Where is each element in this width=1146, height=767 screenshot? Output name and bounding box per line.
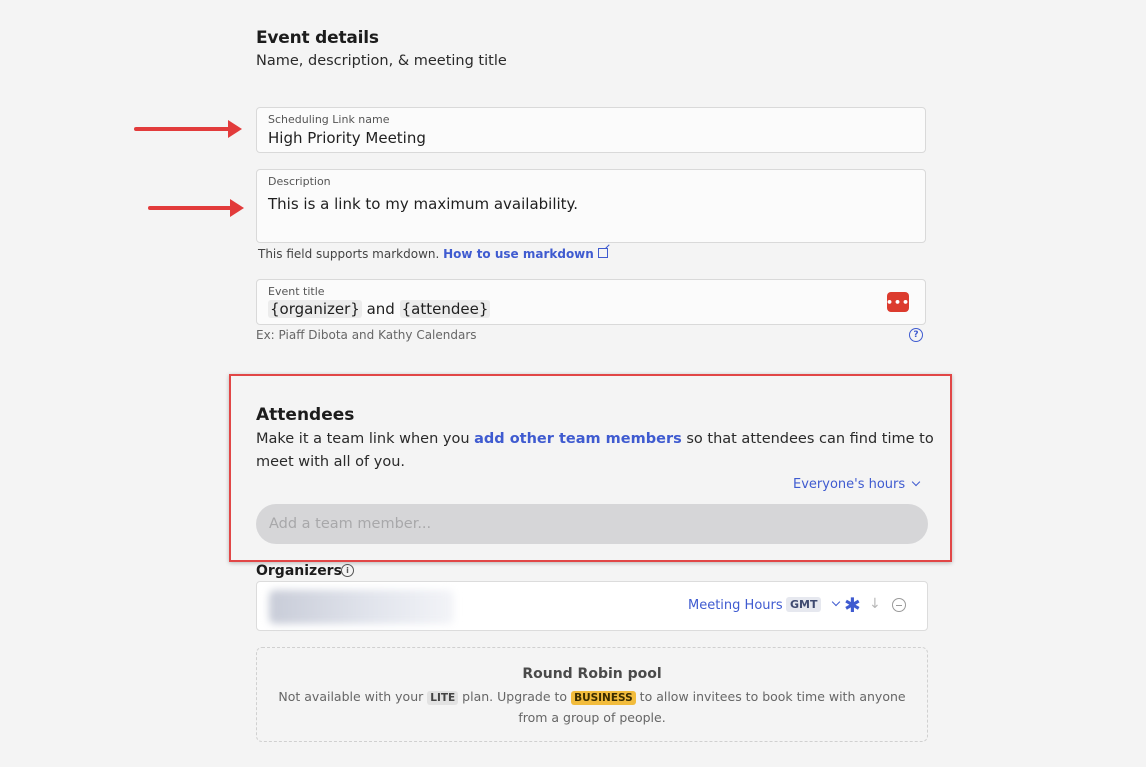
meeting-hours-select[interactable]: Meeting Hours	[688, 598, 783, 613]
link-name-value[interactable]: High Priority Meeting	[268, 129, 426, 147]
annotation-arrow	[148, 199, 244, 217]
hours-dropdown[interactable]: Everyone's hours	[793, 477, 921, 492]
rr-desc-part: plan. Upgrade to	[462, 689, 568, 704]
more-dots-icon[interactable]: •••	[886, 292, 909, 312]
event-title-value[interactable]: {organizer} and {attendee}	[268, 300, 491, 318]
event-title-field[interactable]: Event title {organizer} and {attendee} •…	[256, 279, 926, 325]
attendees-title: Attendees	[256, 405, 355, 425]
organizer-token[interactable]: {organizer}	[268, 300, 362, 318]
organizer-identity-blurred	[269, 590, 454, 624]
markdown-help-link[interactable]: How to use markdown	[443, 247, 594, 261]
plan-business-badge[interactable]: BUSINESS	[571, 691, 636, 705]
round-robin-pool: Round Robin pool Not available with your…	[256, 647, 928, 742]
timezone-badge[interactable]: GMT	[786, 597, 822, 612]
asterisk-icon[interactable]: ✱	[844, 593, 861, 617]
arrow-down-icon[interactable]: ↓	[869, 596, 881, 612]
organizers-title: Organizers	[256, 563, 342, 579]
description-field[interactable]: Description This is a link to my maximum…	[256, 169, 926, 243]
annotation-arrow	[134, 120, 242, 138]
event-title-label: Event title	[268, 285, 325, 298]
link-name-label: Scheduling Link name	[268, 113, 390, 126]
markdown-hint-text: This field supports markdown.	[258, 247, 440, 261]
description-value[interactable]: This is a link to my maximum availabilit…	[268, 195, 578, 213]
rr-desc-part: Not available with your	[278, 689, 424, 704]
hours-dropdown-label: Everyone's hours	[793, 477, 906, 492]
info-icon[interactable]: i	[341, 564, 354, 577]
description-label: Description	[268, 175, 331, 188]
remove-icon[interactable]	[892, 598, 906, 612]
chevron-down-icon	[911, 477, 921, 487]
add-team-members-link[interactable]: add other team members	[474, 431, 682, 447]
add-team-member-input[interactable]	[256, 504, 928, 544]
attendee-token[interactable]: {attendee}	[399, 300, 491, 318]
round-robin-title: Round Robin pool	[522, 666, 662, 682]
attendees-description: Make it a team link when you add other t…	[256, 428, 936, 474]
help-icon[interactable]: ?	[909, 328, 923, 342]
markdown-hint: This field supports markdown. How to use…	[258, 247, 608, 261]
event-details-title: Event details	[256, 28, 379, 48]
plan-lite-badge: LITE	[427, 691, 459, 705]
link-name-field[interactable]: Scheduling Link name High Priority Meeti…	[256, 107, 926, 153]
round-robin-description: Not available with your LITE plan. Upgra…	[267, 687, 917, 728]
event-title-joiner: and	[366, 300, 395, 318]
attendees-desc-before: Make it a team link when you	[256, 431, 470, 447]
event-details-subtitle: Name, description, & meeting title	[256, 53, 507, 69]
chevron-down-icon[interactable]	[831, 597, 841, 607]
external-link-icon[interactable]	[597, 248, 608, 258]
organizer-row: Meeting Hours GMT ✱ ↓	[256, 581, 928, 631]
event-title-example: Ex: Piaff Dibota and Kathy Calendars	[256, 328, 477, 342]
